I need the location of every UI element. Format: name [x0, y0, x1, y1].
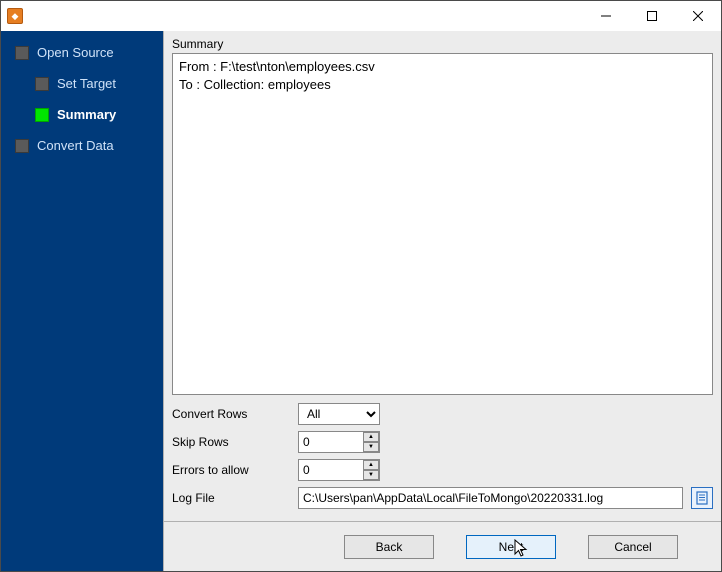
back-button[interactable]: Back: [344, 535, 434, 559]
row-skip-rows: Skip Rows ▲ ▼: [172, 431, 713, 453]
sidebar-item-convert-data[interactable]: Convert Data: [1, 134, 163, 165]
row-convert-rows: Convert Rows All: [172, 403, 713, 425]
wizard-sidebar: Open Source Set Target Summary Convert D…: [1, 31, 163, 571]
spin-down-icon[interactable]: ▼: [363, 470, 379, 480]
spin-down-icon[interactable]: ▼: [363, 442, 379, 452]
wizard-footer: Back Next Cancel: [164, 521, 721, 571]
skip-rows-stepper[interactable]: ▲ ▼: [298, 431, 380, 453]
spin-up-icon[interactable]: ▲: [363, 460, 379, 470]
options-form: Convert Rows All Skip Rows ▲ ▼: [164, 403, 721, 521]
cancel-button[interactable]: Cancel: [588, 535, 678, 559]
app-icon: ◆: [7, 8, 23, 24]
main-panel: Summary From : F:\test\nton\employees.cs…: [163, 31, 721, 571]
titlebar: ◆: [1, 1, 721, 31]
app-icon-glyph: ◆: [12, 11, 19, 22]
minimize-button[interactable]: [583, 1, 629, 31]
document-icon: [695, 491, 709, 505]
summary-textarea[interactable]: From : F:\test\nton\employees.csv To : C…: [172, 53, 713, 395]
convert-rows-select[interactable]: All: [298, 403, 380, 425]
step-marker-icon: [35, 108, 49, 122]
body: Open Source Set Target Summary Convert D…: [1, 31, 721, 571]
row-log-file: Log File: [172, 487, 713, 509]
window-controls: [583, 1, 721, 31]
sidebar-item-open-source[interactable]: Open Source: [1, 41, 163, 72]
browse-log-file-button[interactable]: [691, 487, 713, 509]
sidebar-item-summary[interactable]: Summary: [1, 103, 163, 134]
sidebar-item-set-target[interactable]: Set Target: [1, 72, 163, 103]
next-button[interactable]: Next: [466, 535, 556, 559]
close-button[interactable]: [675, 1, 721, 31]
step-label: Set Target: [57, 76, 116, 91]
step-label: Open Source: [37, 45, 114, 60]
log-file-label: Log File: [172, 491, 290, 505]
errors-allow-stepper[interactable]: ▲ ▼: [298, 459, 380, 481]
spin-up-icon[interactable]: ▲: [363, 432, 379, 442]
maximize-button[interactable]: [629, 1, 675, 31]
step-marker-icon: [15, 139, 29, 153]
skip-rows-label: Skip Rows: [172, 435, 290, 449]
log-file-input[interactable]: [298, 487, 683, 509]
convert-rows-label: Convert Rows: [172, 407, 290, 421]
step-marker-icon: [15, 46, 29, 60]
errors-allow-label: Errors to allow: [172, 463, 290, 477]
app-window: ◆ Open Source Set Target: [0, 0, 722, 572]
step-label: Summary: [57, 107, 116, 122]
step-label: Convert Data: [37, 138, 114, 153]
row-errors-allow: Errors to allow ▲ ▼: [172, 459, 713, 481]
summary-heading: Summary: [164, 31, 721, 53]
step-marker-icon: [35, 77, 49, 91]
